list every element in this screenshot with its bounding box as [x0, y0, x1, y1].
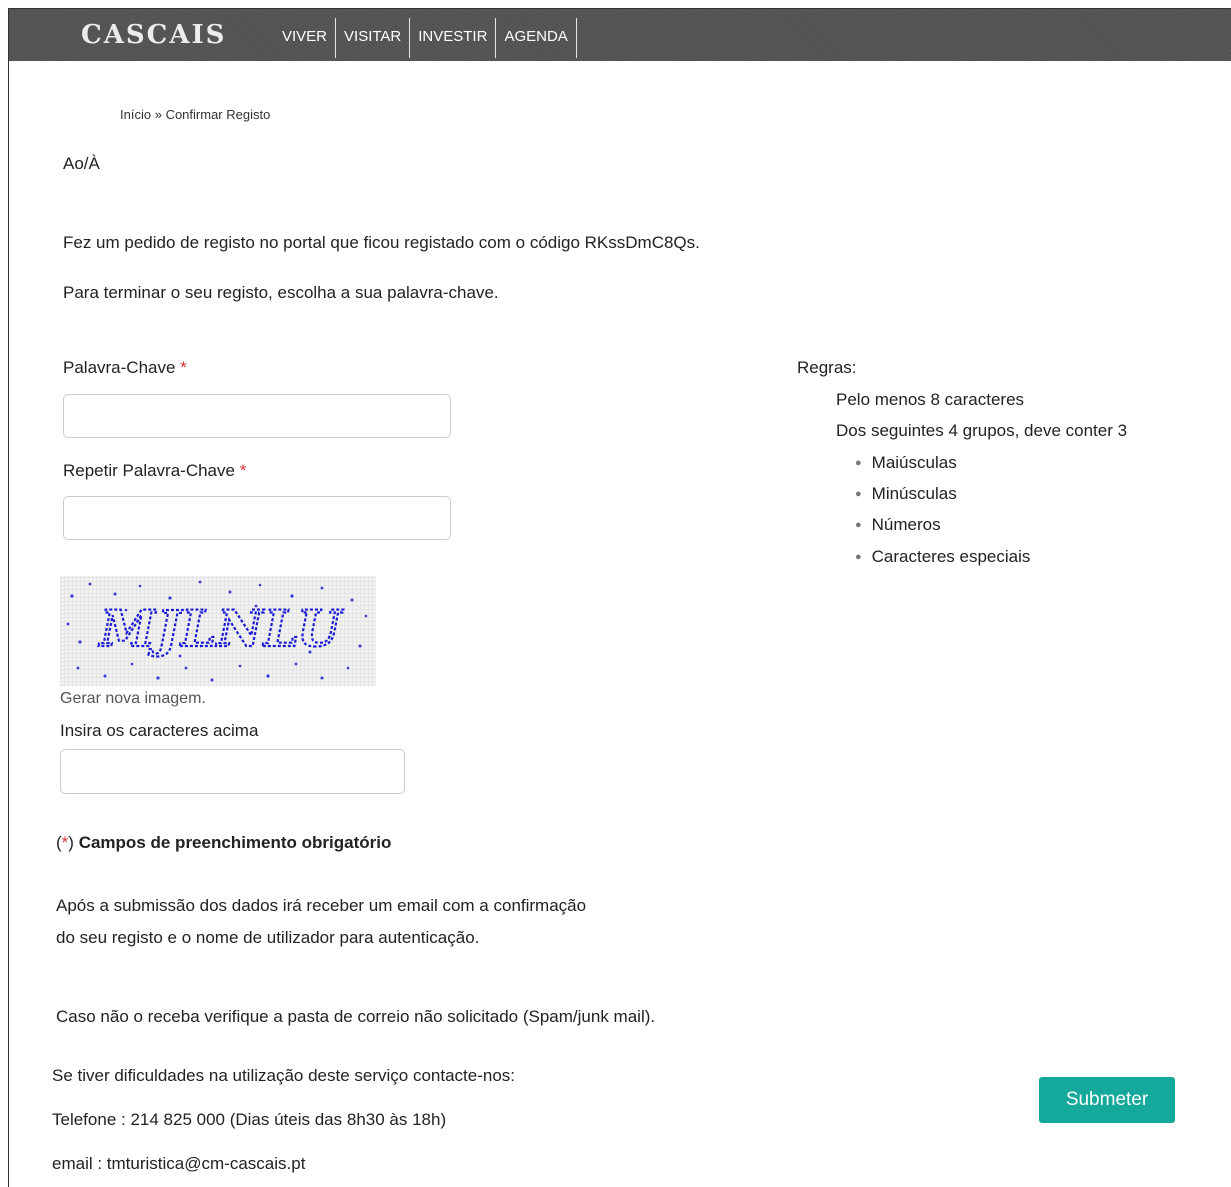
bullet-icon: ● — [855, 551, 862, 563]
rule-group-text: Números — [871, 515, 941, 534]
required-asterisk: * — [180, 358, 187, 377]
breadcrumb-home-link[interactable]: Início — [120, 107, 151, 122]
greeting: Ao/À — [63, 154, 100, 173]
registration-code-text: Fez um pedido de registo no portal que f… — [63, 233, 700, 252]
mandatory-fields-note: (*) Campos de preenchimento obrigatório — [56, 833, 391, 853]
captcha-image: MJLNLU — [60, 576, 376, 686]
mandatory-paren-close: ) — [68, 833, 74, 852]
breadcrumb-current: Confirmar Registo — [165, 107, 271, 122]
password-label-text: Palavra-Chave — [63, 358, 176, 377]
rule-group-numbers: ● Números — [855, 515, 941, 535]
rule-group-special: ● Caracteres especiais — [855, 547, 1030, 567]
rule-min-length: Pelo menos 8 caracteres — [836, 390, 1025, 409]
repeat-password-input[interactable] — [63, 496, 451, 540]
rule-group-lowercase: ● Minúsculas — [855, 484, 957, 504]
mandatory-fields-text: Campos de preenchimento obrigatório — [78, 833, 392, 852]
bullet-icon: ● — [855, 519, 862, 531]
breadcrumb-separator: » — [154, 107, 162, 122]
help-text: Se tiver dificuldades na utilização dest… — [52, 1066, 516, 1085]
captcha-input[interactable] — [60, 749, 405, 794]
captcha-label: Insira os caracteres acima — [60, 721, 259, 740]
password-input[interactable] — [63, 394, 451, 438]
generate-new-image-link[interactable]: Gerar nova imagem. — [60, 690, 206, 708]
after-submit-line-2: do seu registo e o nome de utilizador pa… — [56, 928, 480, 947]
bullet-icon: ● — [855, 457, 862, 469]
spam-note: Caso não o receba verifique a pasta de c… — [56, 1007, 656, 1026]
repeat-password-label-text: Repetir Palavra-Chave — [63, 461, 235, 480]
submit-button[interactable]: Submeter — [1039, 1077, 1175, 1123]
repeat-password-label: Repetir Palavra-Chave * — [63, 461, 246, 481]
nav-item-investir[interactable]: INVESTIR — [410, 18, 497, 58]
rule-group-text: Maiúsculas — [871, 453, 957, 472]
nav-item-viver[interactable]: VIVER — [279, 18, 337, 58]
rule-group-uppercase: ● Maiúsculas — [855, 453, 957, 473]
top-navigation-bar: CASCAIS VIVER VISITAR INVESTIR AGENDA — [9, 9, 1231, 61]
breadcrumb: Início » Confirmar Registo — [120, 107, 270, 122]
required-asterisk: * — [239, 461, 247, 480]
rule-group-text: Caracteres especiais — [871, 547, 1031, 566]
main-nav: VIVER VISITAR INVESTIR AGENDA — [279, 18, 577, 58]
password-label: Palavra-Chave * — [63, 358, 187, 378]
rules-title: Regras: — [797, 358, 857, 377]
captcha-graphic: MJLNLU — [66, 580, 368, 682]
nav-item-visitar[interactable]: VISITAR — [336, 18, 411, 58]
captcha-text: MJLNLU — [98, 599, 344, 658]
rule-group-text: Minúsculas — [871, 484, 957, 503]
after-submit-line-1: Após a submissão dos dados irá receber u… — [56, 896, 587, 915]
nav-item-agenda[interactable]: AGENDA — [496, 18, 577, 58]
cascais-logo[interactable]: CASCAIS — [81, 20, 226, 50]
rule-groups: Dos seguintes 4 grupos, deve conter 3 — [836, 421, 1128, 440]
instruction-text: Para terminar o seu registo, escolha a s… — [63, 283, 499, 302]
email-text: email : tmturistica@cm-cascais.pt — [52, 1154, 306, 1173]
bullet-icon: ● — [855, 488, 862, 500]
phone-text: Telefone : 214 825 000 (Dias úteis das 8… — [52, 1110, 447, 1129]
